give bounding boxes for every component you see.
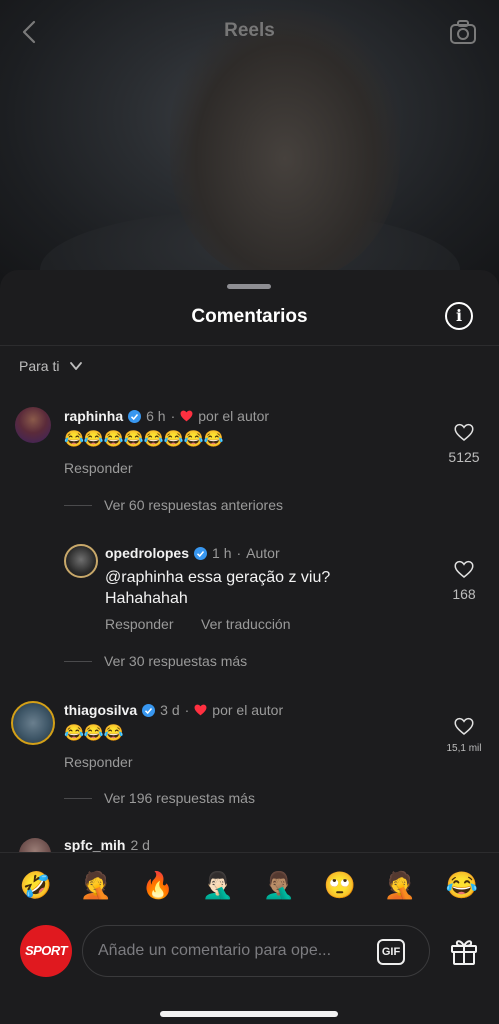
like-count: 168	[452, 586, 476, 602]
home-indicator	[160, 1011, 338, 1017]
view-replies-link[interactable]: Ver 30 respuestas más	[64, 653, 247, 669]
emoji-button[interactable]: 🤦🏽‍♂️	[261, 867, 297, 903]
comment-time: 2 d	[130, 837, 150, 853]
emoji-button[interactable]: 🙄	[322, 867, 358, 903]
sort-label: Para ti	[19, 358, 60, 374]
heart-outline-icon	[454, 560, 474, 578]
like-button[interactable]: 168	[446, 560, 482, 602]
reply-button[interactable]: Responder	[64, 460, 133, 476]
view-replies-label: Ver 196 respuestas más	[104, 790, 255, 806]
author-heart-icon	[194, 704, 207, 716]
reply-button[interactable]: Responder	[105, 616, 174, 632]
like-button[interactable]: 5125	[446, 423, 482, 465]
comment-text: 😂😂😂😂😂😂😂😂	[64, 431, 224, 448]
avatar[interactable]	[64, 544, 98, 578]
emoji-button[interactable]: 🤦	[78, 867, 114, 903]
thread-line	[64, 504, 92, 506]
separator-dot: ·	[236, 545, 242, 561]
see-translation-button[interactable]: Ver traducción	[201, 616, 291, 632]
emoji-quick-bar: 🤣 🤦 🔥 🤦🏻‍♂️ 🤦🏽‍♂️ 🙄 🤦 😂	[0, 867, 499, 907]
emoji-button[interactable]: 🤦🏻‍♂️	[200, 867, 236, 903]
avatar[interactable]	[11, 701, 55, 745]
view-replies-label: Ver 60 respuestas anteriores	[104, 497, 283, 513]
thread-line	[64, 660, 92, 662]
comment-time: 3 d	[160, 702, 180, 718]
comment-header: spfc_mih 2 d	[64, 837, 150, 853]
gift-icon[interactable]	[449, 936, 479, 966]
sheet-grabber[interactable]	[227, 284, 271, 289]
info-icon[interactable]: i	[445, 302, 473, 330]
camera-icon[interactable]	[449, 19, 477, 45]
like-count: 15,1 mil	[446, 743, 482, 754]
like-count: 5125	[448, 449, 480, 465]
comment-header: raphinha 6 h · por el autor	[64, 408, 269, 424]
profile-avatar[interactable]: SPORT	[20, 925, 72, 977]
comment-text: 😂😂😂	[64, 725, 124, 742]
comment-time: 6 h	[146, 408, 166, 424]
sheet-title: Comentarios	[191, 306, 308, 327]
comment-input[interactable]: Añade un comentario para ope... GIF	[82, 925, 430, 977]
comment-header: opedrolopes 1 h · Autor	[105, 545, 280, 561]
thread-line	[64, 797, 92, 799]
emoji-button[interactable]: 🤦	[382, 867, 418, 903]
page-title: Reels	[224, 20, 275, 41]
liked-by-author-label: por el autor	[198, 408, 270, 424]
comment-time: 1 h	[212, 545, 232, 561]
heart-outline-icon	[454, 717, 474, 735]
view-replies-link[interactable]: Ver 60 respuestas anteriores	[64, 497, 283, 513]
verified-badge-icon	[142, 703, 156, 717]
emoji-button[interactable]: 🔥	[140, 867, 176, 903]
view-replies-label: Ver 30 respuestas más	[104, 653, 248, 669]
comment-header: thiagosilva 3 d · por el autor	[64, 702, 283, 718]
author-tag: Autor	[246, 545, 280, 561]
gif-button[interactable]: GIF	[377, 939, 405, 965]
comment-text-line-1: @raphinha essa geração z viu?	[105, 569, 331, 586]
sort-dropdown[interactable]: Para ti	[19, 358, 83, 374]
reply-button[interactable]: Responder	[64, 754, 133, 770]
avatar[interactable]	[15, 407, 51, 443]
view-replies-link[interactable]: Ver 196 respuestas más	[64, 790, 255, 806]
author-heart-icon	[180, 410, 193, 422]
verified-badge-icon	[128, 409, 142, 423]
liked-by-author-label: por el autor	[212, 702, 284, 718]
separator-dot: ·	[184, 702, 190, 718]
heart-outline-icon	[454, 423, 474, 441]
comment-username[interactable]: raphinha	[64, 408, 123, 424]
chevron-down-icon	[70, 362, 83, 370]
emoji-button[interactable]: 😂	[444, 867, 480, 903]
header-divider	[0, 345, 499, 346]
comment-username[interactable]: opedrolopes	[105, 545, 189, 561]
comment-composer-bar: 🤣 🤦 🔥 🤦🏻‍♂️ 🤦🏽‍♂️ 🙄 🤦 😂 SPORT Añade un c…	[0, 852, 499, 1024]
top-bar: Reels	[0, 0, 499, 66]
comment-username[interactable]: spfc_mih	[64, 837, 125, 853]
comment-username[interactable]: thiagosilva	[64, 702, 137, 718]
comment-text-line-2: Hahahahah	[105, 590, 188, 607]
verified-badge-icon	[194, 546, 208, 560]
emoji-button[interactable]: 🤣	[18, 867, 54, 903]
like-button[interactable]: 15,1 mil	[446, 717, 482, 754]
separator-dot: ·	[170, 408, 176, 424]
comment-input-placeholder: Añade un comentario para ope...	[98, 942, 332, 959]
